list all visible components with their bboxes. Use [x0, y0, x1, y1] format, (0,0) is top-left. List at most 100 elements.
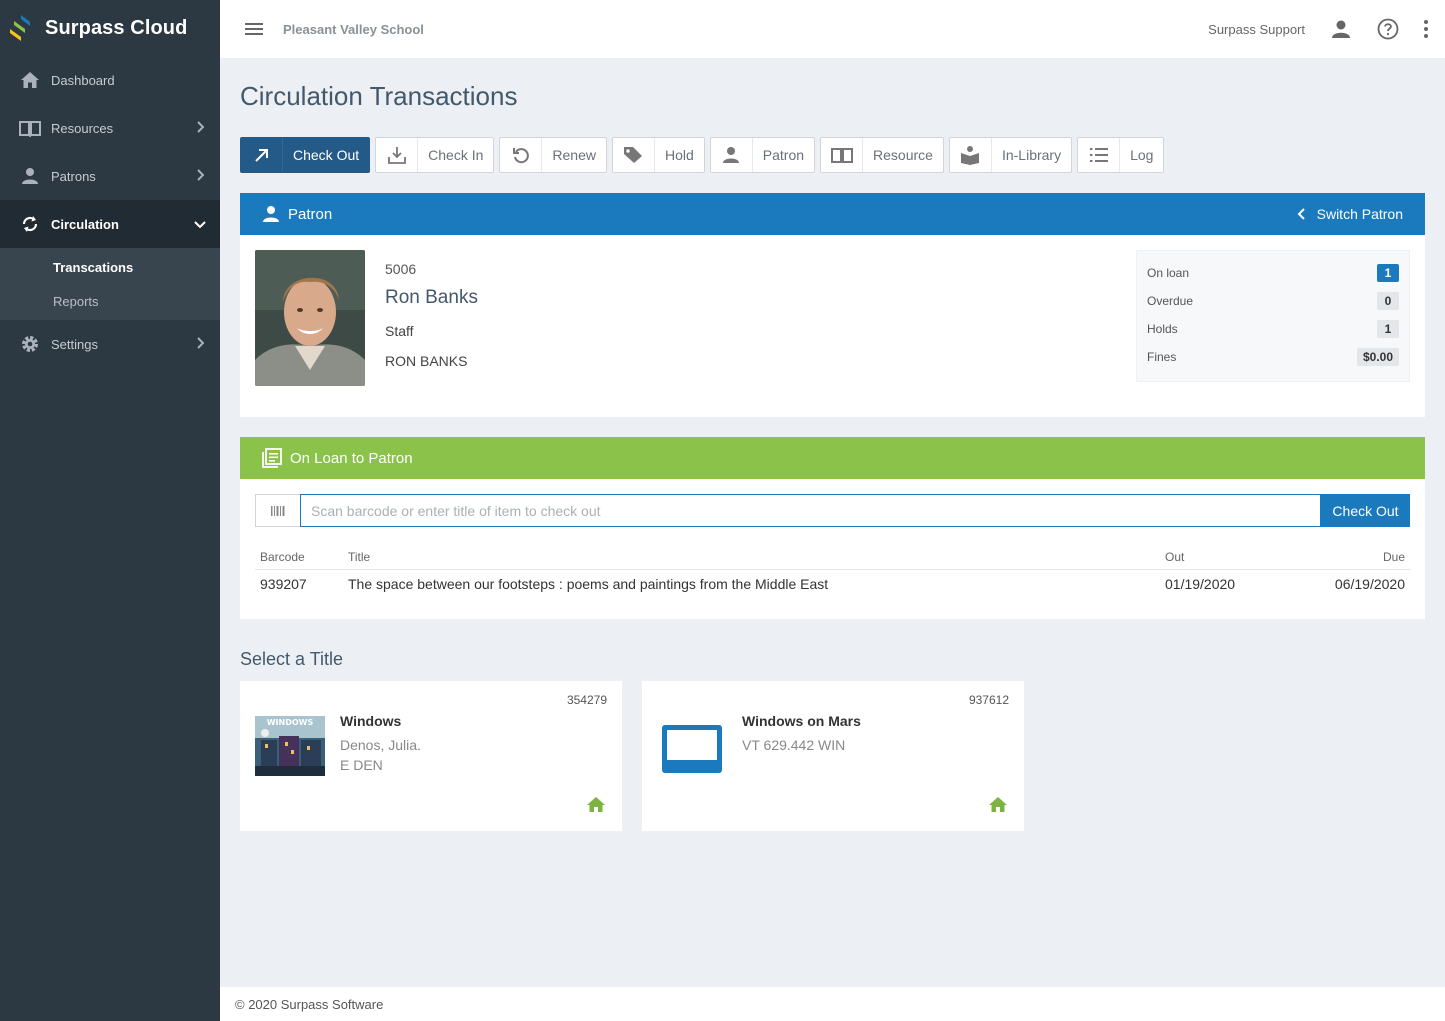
column-barcode[interactable]: Barcode — [255, 545, 343, 570]
card-title: Windows on Mars — [742, 713, 861, 729]
checkout-button[interactable]: Check Out — [240, 137, 371, 173]
stat-label: On loan — [1147, 266, 1190, 280]
chevron-left-icon — [1297, 208, 1305, 220]
stat-holds[interactable]: Holds 1 — [1147, 315, 1399, 343]
title-number: 937612 — [968, 693, 1009, 707]
undo-icon — [500, 138, 543, 172]
arrow-up-right-icon — [241, 138, 283, 172]
patron-name: Ron Banks — [385, 287, 478, 308]
stat-badge: 1 — [1377, 320, 1399, 338]
on-loan-panel-title: On Loan to Patron — [290, 449, 413, 467]
patron-body: 5006 Ron Banks Staff RON BANKS On loan 1… — [240, 235, 1425, 417]
sidebar-item-settings[interactable]: Settings — [0, 320, 220, 368]
sidebar-item-dashboard[interactable]: Dashboard — [0, 56, 220, 104]
on-loan-panel-header: On Loan to Patron — [240, 437, 1425, 479]
sidebar-item-patrons[interactable]: Patrons — [0, 152, 220, 200]
stat-badge: 1 — [1377, 264, 1399, 282]
patron-panel-title: Patron — [288, 205, 333, 223]
sidebar-subitem-reports[interactable]: Reports — [0, 284, 220, 318]
patron-full-name: RON BANKS — [385, 353, 468, 369]
column-out[interactable]: Out — [1160, 545, 1300, 570]
title-card-info: Windows on Mars VT 629.442 WIN — [742, 713, 861, 757]
patron-stats: On loan 1 Overdue 0 Holds 1 Fines $0.00 — [1136, 250, 1410, 382]
checkin-button-label: Check In — [428, 147, 484, 163]
tag-icon — [613, 138, 655, 172]
surpass-logo-icon — [10, 15, 30, 41]
in-library-button-label: In-Library — [1001, 147, 1062, 163]
column-due[interactable]: Due — [1300, 545, 1410, 570]
sidebar-item-circulation[interactable]: Circulation — [0, 200, 220, 248]
home-icon — [988, 796, 1008, 818]
topbar: Pleasant Valley School Surpass Support — [220, 0, 1445, 58]
stat-badge: 0 — [1377, 292, 1399, 310]
stat-badge: $0.00 — [1356, 348, 1399, 366]
checkout-button-label: Check Out — [293, 147, 360, 163]
footer: © 2020 Surpass Software — [220, 987, 1445, 1021]
patron-type: Staff — [385, 323, 414, 339]
hamburger-menu-icon[interactable] — [244, 22, 264, 36]
chevron-down-icon — [194, 221, 206, 228]
patron-id: 5006 — [385, 261, 417, 277]
resource-button[interactable]: Resource — [820, 137, 944, 173]
on-loan-panel: On Loan to Patron Check Out Barcode Titl… — [240, 437, 1425, 619]
stat-overdue[interactable]: Overdue 0 — [1147, 287, 1399, 315]
checkin-button[interactable]: Check In — [375, 137, 495, 173]
topbar-right: Surpass Support — [1208, 0, 1429, 58]
brand[interactable]: Surpass Cloud — [0, 0, 220, 56]
loan-due-date: 06/19/2020 — [1334, 576, 1405, 593]
checkout-submit-button[interactable]: Check Out — [1321, 494, 1410, 527]
hold-button[interactable]: Hold — [611, 137, 705, 173]
book-icon — [821, 138, 864, 172]
stat-label: Holds — [1147, 322, 1178, 336]
log-button[interactable]: Log — [1077, 137, 1165, 173]
sidebar-subitem-transactions[interactable]: Transcations — [0, 250, 220, 284]
download-icon — [376, 138, 419, 172]
circulation-subnav: Transcations Reports — [0, 248, 220, 320]
switch-patron-button[interactable]: Switch Patron — [1297, 193, 1403, 235]
stat-on-loan[interactable]: On loan 1 — [1147, 259, 1399, 287]
reader-icon — [950, 138, 992, 172]
column-title[interactable]: Title — [343, 545, 1160, 570]
renew-button[interactable]: Renew — [499, 137, 607, 173]
home-icon — [19, 69, 41, 91]
person-icon — [711, 138, 753, 172]
title-card[interactable]: 937612 Windows on Mars VT 629.442 WIN — [642, 681, 1024, 831]
checkout-search-input[interactable] — [300, 494, 1321, 527]
title-card[interactable]: 354279 WINDOWS Windows Denos, Julia. E D… — [240, 681, 622, 831]
book-cover-title: WINDOWS — [267, 718, 314, 727]
sidebar-item-label: Resources — [51, 120, 114, 136]
table-row[interactable]: 939207 The space between our footsteps :… — [255, 569, 1410, 599]
stat-fines[interactable]: Fines $0.00 — [1147, 343, 1399, 371]
book-cover-image: WINDOWS — [255, 716, 325, 776]
user-name[interactable]: Surpass Support — [1208, 22, 1305, 37]
page-title: Circulation Transactions — [240, 81, 518, 111]
list-icon — [1078, 138, 1121, 172]
barcode-icon[interactable] — [255, 494, 301, 527]
patron-button[interactable]: Patron — [709, 137, 816, 173]
card-call-number: VT 629.442 WIN — [742, 737, 846, 753]
resource-button-label: Resource — [873, 147, 933, 163]
loans-table: Barcode Title Out Due 939207 The space b… — [255, 545, 1410, 599]
card-author: Denos, Julia. — [340, 737, 421, 753]
help-icon[interactable] — [1377, 18, 1399, 40]
hold-button-label: Hold — [664, 147, 694, 163]
in-library-button[interactable]: In-Library — [948, 137, 1073, 173]
stat-label: Fines — [1147, 350, 1177, 364]
patron-panel: Patron Switch Patron 5006 Ron Banks Staf… — [240, 193, 1425, 417]
patron-button-label: Patron — [762, 147, 805, 163]
school-name: Pleasant Valley School — [283, 21, 424, 37]
sidebar-item-resources[interactable]: Resources — [0, 104, 220, 152]
sidebar-item-label: Circulation — [51, 216, 119, 232]
patron-info: 5006 Ron Banks Staff RON BANKS — [385, 261, 478, 369]
select-title-heading: Select a Title — [240, 649, 344, 669]
user-icon[interactable] — [1331, 19, 1351, 39]
loan-out-date: 01/19/2020 — [1165, 576, 1236, 593]
patron-photo — [255, 250, 365, 386]
switch-patron-label: Switch Patron — [1316, 206, 1403, 222]
loan-barcode: 939207 — [260, 576, 307, 593]
patron-panel-header: Patron Switch Patron — [240, 193, 1425, 235]
sidebar-item-label: Patrons — [51, 168, 96, 184]
more-vertical-icon[interactable] — [1423, 19, 1429, 39]
sidebar-item-label: Settings — [51, 336, 98, 352]
book-icon — [19, 117, 41, 139]
